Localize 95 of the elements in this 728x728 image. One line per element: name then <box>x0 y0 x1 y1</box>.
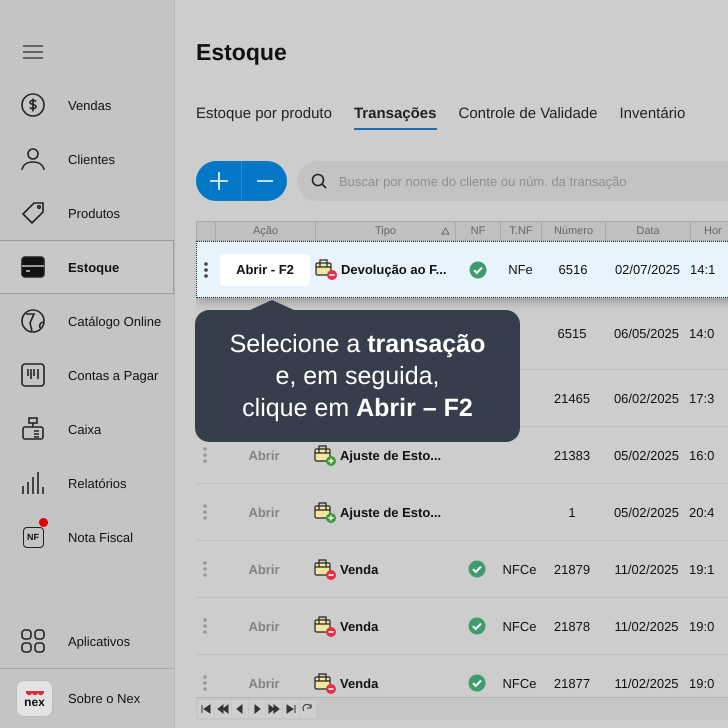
sidebar-item[interactable]: Estoque <box>0 240 174 294</box>
sidebar-item[interactable]: NF Nota Fiscal <box>0 510 174 564</box>
plus-icon <box>210 172 228 190</box>
menu-icon <box>23 45 43 59</box>
nf-type: NFCe <box>502 676 536 690</box>
time: 19:1 <box>689 562 714 576</box>
sidebar-item[interactable]: Relatórios <box>0 456 174 510</box>
search-icon <box>311 173 327 189</box>
table-row[interactable]: Abrir Venda NFCe 21879 11/02/2025 19:1 <box>196 541 728 598</box>
tag-icon <box>21 201 45 225</box>
logo-icon: nex <box>16 680 53 717</box>
fast-forward-icon <box>268 703 280 715</box>
type-label: Venda <box>340 676 378 690</box>
about-item[interactable]: nex Sobre o Nex <box>0 668 174 728</box>
table-row[interactable]: Abrir Venda NFCe 21878 11/02/2025 19:0 <box>196 598 728 655</box>
date: 06/02/2025 <box>614 390 680 406</box>
box-icon <box>315 258 338 281</box>
nf-type: NFCe <box>502 618 536 634</box>
time: 17:3 <box>689 390 714 406</box>
type-label: Ajuste de Esto... <box>340 504 442 520</box>
time: 19:0 <box>689 618 714 634</box>
table-row[interactable]: Abrir Ajuste de Esto... 1 05/02/2025 20:4 <box>196 484 728 541</box>
tooltip-text: Selecione a transação e, em seguida, clique em Abrir – F2 <box>230 329 486 424</box>
pager-button[interactable] <box>198 700 214 718</box>
time: 19:0 <box>689 676 714 690</box>
sidebar-item[interactable]: Contas a Pagar <box>0 348 174 402</box>
box-icon <box>21 255 45 279</box>
time: 16:0 <box>689 448 714 462</box>
drag-handle-icon <box>203 675 207 691</box>
type-label: Ajuste de Esto... <box>340 448 442 462</box>
pager-button[interactable] <box>266 700 282 718</box>
sidebar-item[interactable]: Clientes <box>0 132 174 186</box>
date: 11/02/2025 <box>614 676 679 690</box>
number: 21383 <box>554 448 590 462</box>
date: 02/07/2025 <box>614 262 680 277</box>
box-icon <box>314 500 337 524</box>
sidebar-item[interactable]: Produtos <box>0 186 174 240</box>
globe-icon <box>21 309 45 333</box>
sidebar-item[interactable]: Caixa <box>0 402 174 456</box>
number: 1 <box>568 504 576 520</box>
pager-button[interactable] <box>249 700 265 718</box>
number: 6516 <box>558 262 588 277</box>
drag-handle-icon <box>203 447 207 463</box>
time: 20:4 <box>689 504 714 520</box>
type-label: Devolução ao F... <box>341 262 446 277</box>
drag-handle-icon <box>203 504 207 520</box>
fast-back-icon <box>217 703 229 715</box>
number: 21465 <box>554 390 590 406</box>
drag-handle-icon <box>203 561 207 577</box>
date: 11/02/2025 <box>614 618 679 634</box>
date: 11/02/2025 <box>614 562 679 576</box>
sidebar-item[interactable]: Vendas <box>0 78 174 132</box>
tab[interactable]: Estoque por produto <box>196 105 332 130</box>
box-icon <box>314 558 337 580</box>
number: 21877 <box>554 676 590 690</box>
box-icon <box>314 614 337 638</box>
number: 6515 <box>558 326 586 341</box>
date: 05/02/2025 <box>614 448 680 462</box>
time: 14:1 <box>690 262 716 277</box>
open-button[interactable]: Abrir - F2 <box>220 254 310 286</box>
box-icon <box>314 444 337 466</box>
date: 05/02/2025 <box>614 504 680 520</box>
tab[interactable]: Transações <box>354 105 436 130</box>
sidebar-item[interactable]: Catálogo Online <box>0 294 174 348</box>
tab[interactable]: Controle de Validade <box>458 105 598 130</box>
logo-mark-icon <box>24 690 44 696</box>
pager-button[interactable] <box>215 700 231 718</box>
dollar-icon <box>21 93 45 117</box>
bar-chart-icon <box>21 471 45 495</box>
time: 14:0 <box>689 326 714 341</box>
number: 21879 <box>554 562 590 576</box>
nf-type: NFe <box>508 262 533 277</box>
pager-button[interactable] <box>232 700 248 718</box>
type-label: Venda <box>340 618 378 634</box>
person-icon <box>21 147 45 171</box>
drag-handle-icon <box>203 618 207 634</box>
drag-handle-icon <box>204 262 208 278</box>
type-label: Venda <box>340 562 378 576</box>
box-icon <box>314 672 337 694</box>
table-row[interactable]: Abrir - F2 Devolução ao F... NFe 6516 02/07/2025 14:1 <box>196 241 728 298</box>
first-page-icon <box>200 703 212 715</box>
register-icon <box>21 417 45 441</box>
date: 06/05/2025 <box>614 326 680 341</box>
document-icon: NF <box>22 526 44 548</box>
nf-type: NFCe <box>502 562 536 576</box>
pager-button[interactable] <box>283 700 299 718</box>
pager-button[interactable] <box>300 700 316 718</box>
page-title: Estoque <box>196 38 288 67</box>
tab[interactable]: Inventário <box>619 105 686 130</box>
grid-icon <box>21 629 45 653</box>
number: 21878 <box>554 618 590 634</box>
last-page-icon <box>285 703 297 715</box>
barcode-icon <box>21 363 45 387</box>
apps-item[interactable]: Aplicativos <box>0 614 174 668</box>
minus-icon <box>256 180 272 182</box>
